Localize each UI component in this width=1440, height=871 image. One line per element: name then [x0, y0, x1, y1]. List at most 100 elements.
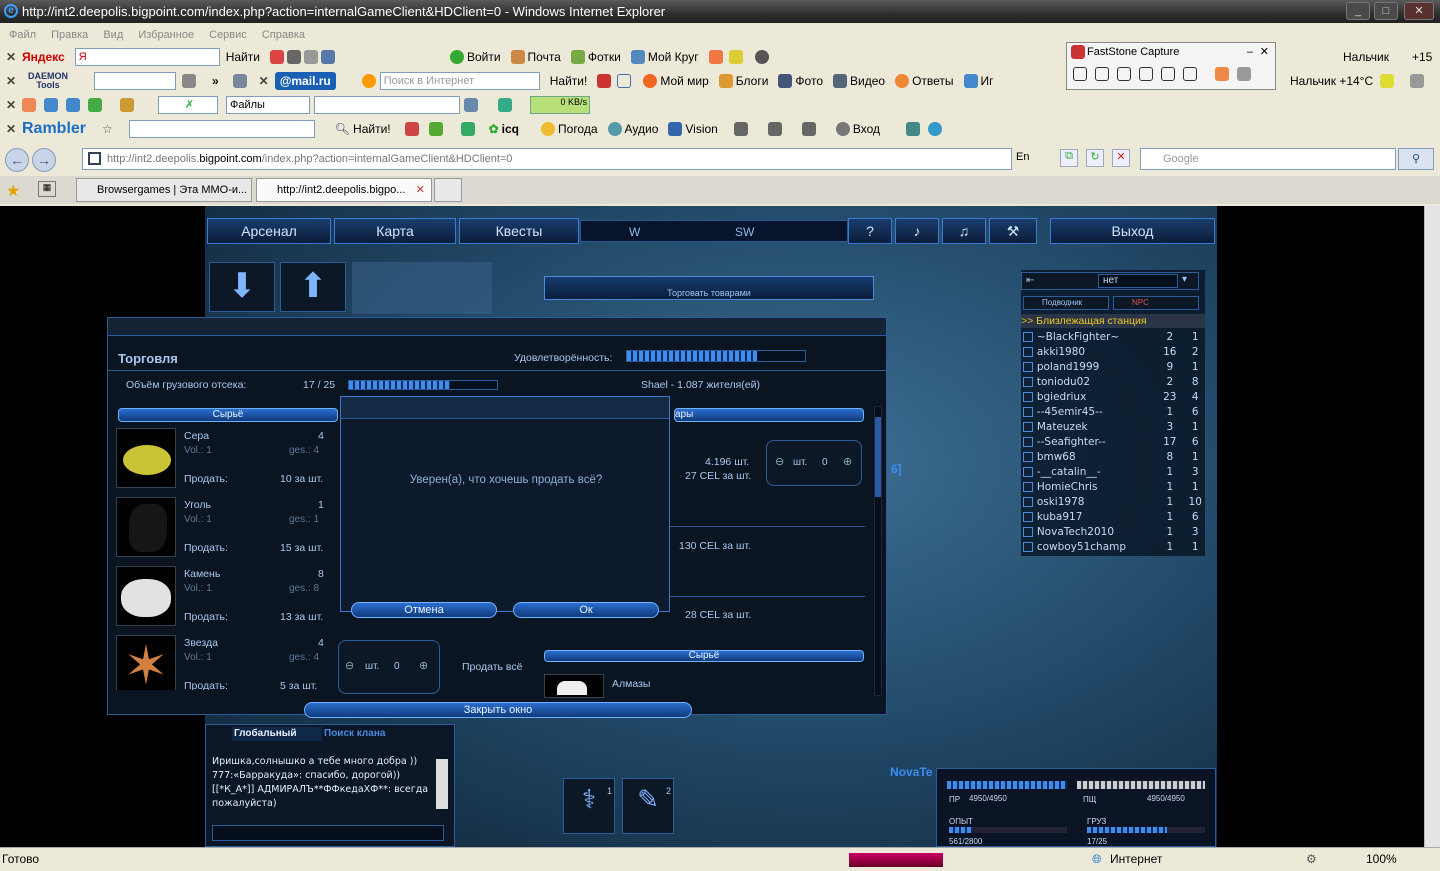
compat-icon[interactable]: ⧉ [1060, 149, 1078, 167]
yandex-login[interactable]: Войти [449, 50, 501, 64]
player-row[interactable]: bgiedriux 23 4 [1023, 389, 1205, 404]
rambler-logo[interactable]: Rambler [22, 120, 86, 138]
close-tab-icon[interactable]: ✕ [416, 179, 425, 201]
zoom-level[interactable]: 100% [1366, 848, 1397, 871]
rambler-icon-6[interactable] [801, 122, 816, 136]
menu-help[interactable]: Справка [262, 29, 305, 41]
rambler-icon-1[interactable] [404, 122, 419, 136]
palette-icon[interactable] [1215, 67, 1229, 81]
close-mail-toolbar-icon[interactable]: ✕ [253, 74, 275, 88]
capture-freehand-icon[interactable] [1139, 67, 1153, 81]
google-search-input[interactable]: Google [1140, 148, 1396, 170]
players-filter-select[interactable]: нет [1098, 274, 1178, 288]
left-qty-value[interactable]: 0 [394, 661, 400, 672]
right-qty-stepper[interactable]: ⊖ шт. 0 ⊕ [766, 440, 862, 486]
mailru-video[interactable]: Видео [833, 74, 885, 88]
star-icon[interactable] [728, 50, 743, 64]
player-row[interactable]: cowboy51champ 1 1 [1023, 539, 1205, 554]
trade-scrollbar[interactable] [874, 406, 882, 696]
right-category-header[interactable]: ары [674, 408, 864, 422]
player-info-icon[interactable] [1023, 451, 1033, 462]
item-coal[interactable]: Уголь 1 Vol.: 1 ges.: 1 Продать: 15 за ш… [116, 497, 338, 562]
tab-clan-search[interactable]: Поиск клана [322, 727, 418, 741]
player-row[interactable]: kuba917 1 6 [1023, 509, 1205, 524]
player-row[interactable]: -__catalin__- 1 3 [1023, 464, 1205, 479]
quests-button[interactable]: Квесты [459, 218, 579, 244]
help-button[interactable]: ? [848, 218, 892, 244]
player-info-icon[interactable] [1023, 436, 1033, 447]
icq-button[interactable]: ✿ icq [489, 122, 519, 136]
ok-button[interactable]: Ок [513, 602, 659, 618]
close-toolbar-icon[interactable]: ✕ [0, 98, 22, 112]
filter-dropdown-icon[interactable]: ▾ [1182, 274, 1187, 285]
yandex-find-button[interactable]: Найти [226, 50, 260, 64]
player-info-icon[interactable] [1023, 346, 1033, 357]
weapon-slot-1[interactable]: ⚕ 1 [563, 778, 615, 834]
yandex-logo[interactable]: Яндекс [22, 50, 65, 64]
protected-mode-icon[interactable]: ⚙ [1306, 848, 1317, 871]
qty-minus-icon[interactable]: ⊖ [775, 455, 784, 468]
gear-icon[interactable] [754, 50, 769, 64]
player-row[interactable]: akki1980 16 2 [1023, 344, 1205, 359]
player-row[interactable]: ~BlackFighter~ 2 1 [1023, 329, 1205, 344]
close-window-button[interactable]: Закрыть окно [304, 702, 692, 718]
mailru-search-input[interactable]: Поиск в Интернет [379, 72, 540, 90]
faststone-minimize[interactable]: – [1247, 43, 1253, 61]
item-sulfur[interactable]: Сера 4 Vol.: 1 ges.: 4 Продать: 10 за шт… [116, 428, 338, 493]
yandex-moikrug[interactable]: Мой Круг [630, 50, 699, 64]
rambler-icon-3[interactable] [460, 122, 475, 136]
rambler-login[interactable]: Вход [835, 122, 880, 136]
help-icon[interactable] [928, 122, 942, 136]
qty-plus-icon[interactable]: ⊕ [419, 659, 428, 672]
player-info-icon[interactable] [1023, 466, 1033, 477]
bottom-category-header[interactable]: Сырьё [544, 650, 864, 662]
daemon-input[interactable] [94, 72, 176, 90]
tab-global-chat[interactable]: Глобальный [232, 727, 322, 741]
faststone-close[interactable]: ✕ [1260, 43, 1269, 61]
rambler-weather[interactable]: Погода [541, 122, 598, 136]
player-info-icon[interactable] [1023, 391, 1033, 402]
player-row[interactable]: oski1978 1 10 [1023, 494, 1205, 509]
page-scrollbar[interactable] [1424, 206, 1440, 847]
close-toolbar-icon[interactable]: ✕ [0, 122, 22, 136]
player-info-icon[interactable] [1023, 376, 1033, 387]
mailru-myworld[interactable]: Мой мир [643, 74, 709, 88]
weapon-slot-2[interactable]: ✎ 2 [622, 778, 674, 834]
menu-file[interactable]: Файл [9, 29, 36, 41]
capture-window-icon[interactable] [1073, 67, 1087, 81]
dive-down-icon[interactable]: ⬇ [209, 262, 275, 312]
player-info-icon[interactable] [1023, 421, 1033, 432]
right-qty-value[interactable]: 0 [822, 457, 828, 468]
addon-icon-2[interactable] [44, 98, 58, 112]
player-info-icon[interactable] [1023, 361, 1033, 372]
mailru-logo[interactable]: @mail.ru [274, 72, 336, 90]
stop-icon[interactable]: ✕ [1112, 149, 1130, 167]
rambler-icon-5[interactable] [767, 122, 782, 136]
addon-icon-5[interactable] [120, 98, 134, 112]
arsenal-button[interactable]: Арсенал [207, 218, 331, 244]
chat-scrollbar[interactable] [436, 759, 448, 809]
favorites-star-icon[interactable]: ★ [6, 181, 20, 201]
dive-up-icon[interactable]: ⬆ [280, 262, 346, 312]
tab-browsergames[interactable]: Browsergames | Эта ММО-и... [76, 178, 252, 202]
qty-plus-icon[interactable]: ⊕ [843, 455, 852, 468]
trade-scroll-thumb[interactable] [875, 417, 881, 497]
close-toolbar-icon[interactable]: ✕ [0, 50, 22, 64]
favorite-star-icon[interactable]: ☆ [102, 122, 113, 136]
rambler-icon-4[interactable] [733, 122, 748, 136]
files-input[interactable] [314, 96, 460, 114]
daemon-tools-logo[interactable]: DAEMON Tools [22, 72, 74, 90]
go-icon[interactable] [464, 98, 478, 112]
menu-favorites[interactable]: Избранное [138, 29, 194, 41]
mailru-photo[interactable]: Фото [778, 74, 823, 88]
addon-field[interactable]: ✗ [158, 96, 218, 114]
tab-submariners[interactable]: Подводник [1023, 296, 1109, 310]
rambler-search-input[interactable] [128, 120, 315, 138]
yandex-weather-city[interactable]: Нальчик [1343, 50, 1389, 64]
yandex-mail[interactable]: Почта [510, 50, 561, 64]
map-button[interactable]: Карта [334, 218, 456, 244]
options-icon[interactable] [1410, 74, 1424, 88]
addon-icon-4[interactable] [88, 98, 102, 112]
download-icon[interactable] [498, 98, 512, 112]
close-toolbar-icon[interactable]: ✕ [0, 74, 22, 88]
